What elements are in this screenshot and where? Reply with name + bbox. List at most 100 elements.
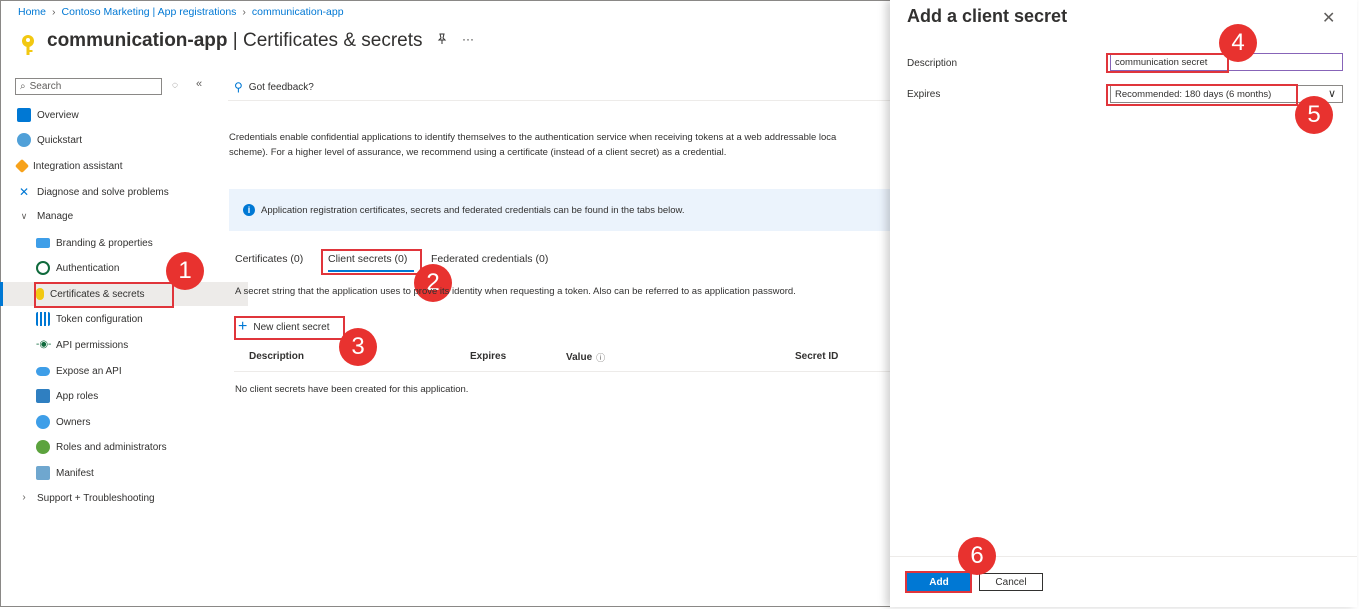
sidebar-item-api-permissions[interactable]: -◉- API permissions: [0, 333, 248, 357]
sidebar-item-integration-assistant[interactable]: Integration assistant: [0, 154, 229, 178]
panel-title: Add a client secret: [907, 6, 1068, 26]
token-icon: [36, 312, 50, 326]
chevron-down-icon: ∨: [20, 211, 28, 221]
key-icon: [19, 34, 37, 56]
chevron-right-icon: ›: [22, 492, 26, 503]
sidebar-item-app-roles[interactable]: App roles: [0, 384, 248, 408]
sidebar-item-quickstart[interactable]: Quickstart: [0, 128, 229, 152]
cloud-icon: [36, 366, 50, 376]
sidebar-item-diagnose[interactable]: ✕ Diagnose and solve problems: [0, 180, 229, 204]
sidebar-item-owners[interactable]: Owners: [0, 410, 248, 434]
sidebar-item-label: Manage: [37, 210, 74, 222]
pin-icon[interactable]: [436, 33, 448, 48]
description-line-2: scheme). For a higher level of assurance…: [229, 147, 727, 158]
feedback-button[interactable]: ⚲ Got feedback?: [234, 80, 314, 94]
overview-icon: [17, 108, 31, 122]
feedback-icon: ⚲: [234, 80, 243, 94]
col-header-value: Value ⓘ: [566, 351, 605, 364]
sidebar-item-authentication[interactable]: Authentication: [0, 256, 248, 280]
highlight-expires-select: [1106, 84, 1298, 106]
callout-6: 6: [958, 537, 996, 575]
sidebar-item-label: Integration assistant: [33, 160, 123, 172]
breadcrumb-app-registrations[interactable]: Contoso Marketing | App registrations: [62, 6, 237, 18]
sidebar-item-branding[interactable]: Branding & properties: [0, 231, 248, 255]
sidebar-item-label: Overview: [37, 109, 79, 121]
sidebar-search[interactable]: ⌕ Search: [15, 78, 162, 95]
search-icon: ⌕: [20, 81, 26, 92]
sidebar-item-label: Roles and administrators: [56, 441, 167, 453]
description-label: Description: [907, 58, 958, 69]
close-icon[interactable]: ✕: [1322, 8, 1335, 28]
callout-5: 5: [1295, 96, 1333, 134]
toolbar-divider: [228, 100, 890, 101]
sidebar-item-manage[interactable]: ∨ Manage: [0, 204, 229, 228]
breadcrumb-separator-icon: ›: [242, 6, 246, 18]
branding-icon: [36, 238, 50, 248]
table-header-divider: [234, 371, 890, 372]
search-placeholder: Search: [29, 81, 62, 92]
col-header-expires: Expires: [470, 351, 507, 362]
sidebar-item-label: Diagnose and solve problems: [37, 186, 169, 198]
callout-3: 3: [339, 328, 377, 366]
selected-indicator: [0, 282, 3, 306]
col-header-secret-id: Secret ID: [795, 351, 839, 362]
refresh-icon[interactable]: ◌: [172, 80, 178, 91]
collapse-icon[interactable]: «: [196, 78, 202, 90]
app-roles-icon: [36, 389, 50, 403]
info-icon: i: [243, 204, 255, 216]
authentication-icon: [36, 261, 50, 275]
callout-4: 4: [1219, 24, 1257, 62]
breadcrumb-app[interactable]: communication-app: [252, 6, 344, 18]
sidebar-item-label: Expose an API: [56, 365, 122, 377]
page-title-section: | Certificates & secrets: [232, 30, 423, 51]
manifest-icon: [36, 466, 50, 480]
highlight-add-button: [905, 571, 972, 593]
expires-label: Expires: [907, 89, 941, 100]
sidebar-item-label: Quickstart: [37, 134, 83, 146]
highlight-description-input: [1106, 53, 1229, 73]
sidebar-item-label: API permissions: [56, 339, 129, 351]
sidebar-item-expose-api[interactable]: Expose an API: [0, 359, 248, 383]
info-banner-text: Application registration certificates, s…: [261, 204, 685, 216]
breadcrumb-separator-icon: ›: [52, 6, 56, 18]
info-circle-icon: ⓘ: [596, 353, 606, 363]
empty-message: No client secrets have been created for …: [235, 384, 469, 395]
sidebar-item-label: Manifest: [56, 467, 94, 479]
breadcrumb-home[interactable]: Home: [18, 6, 46, 18]
rocket-icon: [14, 158, 30, 174]
main-description: Credentials enable confidential applicat…: [229, 130, 889, 160]
sidebar-item-label: Authentication: [56, 262, 120, 274]
feedback-label: Got feedback?: [248, 81, 314, 93]
sidebar-item-overview[interactable]: Overview: [0, 103, 229, 127]
description-line-1: Credentials enable confidential applicat…: [229, 132, 837, 143]
col-header-description: Description: [249, 351, 305, 362]
page-title-app: communication-app: [47, 30, 228, 51]
sidebar-item-manifest[interactable]: Manifest: [0, 461, 248, 485]
callout-1: 1: [166, 252, 204, 290]
sidebar-item-label: Support + Troubleshooting: [37, 492, 155, 504]
highlight-client-secrets-tab: [321, 249, 422, 275]
tab-federated[interactable]: Federated credentials (0): [431, 253, 548, 265]
chevron-down-icon: ∨: [1327, 88, 1336, 100]
sidebar-item-label: Token configuration: [56, 313, 143, 325]
sidebar-item-label: App roles: [56, 390, 99, 402]
cancel-button[interactable]: Cancel: [979, 573, 1043, 591]
highlight-certificates: [34, 282, 174, 308]
highlight-new-secret: [234, 316, 345, 340]
more-options-icon[interactable]: ···: [462, 32, 474, 46]
tab-certificates[interactable]: Certificates (0): [235, 253, 303, 265]
sidebar-item-token-configuration[interactable]: Token configuration: [0, 307, 248, 331]
quickstart-icon: [17, 133, 31, 147]
roles-icon: [36, 440, 50, 454]
sidebar-item-label: Branding & properties: [56, 237, 153, 249]
col-header-value-label: Value: [566, 352, 593, 363]
breadcrumb: Home › Contoso Marketing | App registrat…: [18, 6, 344, 18]
page-title: communication-app | Certificates & secre…: [47, 30, 423, 52]
wrench-icon: ✕: [18, 185, 30, 199]
api-permissions-icon: -◉-: [36, 339, 52, 350]
tab-description: A secret string that the application use…: [235, 286, 796, 297]
sidebar-item-support[interactable]: › Support + Troubleshooting: [0, 486, 229, 510]
sidebar-item-roles-admins[interactable]: Roles and administrators: [0, 435, 248, 459]
sidebar-item-label: Owners: [56, 416, 91, 428]
owners-icon: [36, 415, 50, 429]
